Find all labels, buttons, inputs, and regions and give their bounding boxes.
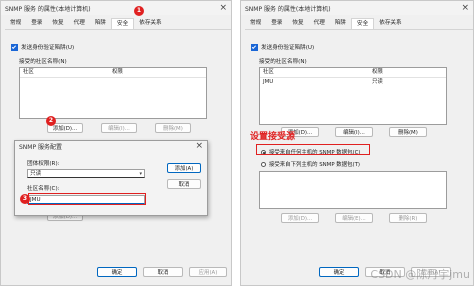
cancel-button[interactable]: 取消: [143, 267, 183, 277]
tab-general[interactable]: 常规: [5, 18, 26, 29]
community-name-label: 社区名称(C):: [27, 186, 60, 192]
community-list-header: 社区 权限: [20, 68, 206, 78]
host-list[interactable]: [259, 171, 447, 209]
community-list[interactable]: 社区 权限: [19, 67, 207, 119]
accept-these-hosts-radio[interactable]: [261, 161, 266, 167]
watermark: CSDN @陈丹宇jmu: [370, 268, 470, 281]
set-accept-source-annotation: 设置接受源: [250, 132, 296, 142]
send-auth-trap-checkbox[interactable]: [11, 43, 18, 51]
edit-community-button[interactable]: 编辑(I)...: [101, 123, 137, 133]
table-row[interactable]: JMU 只读: [260, 78, 446, 87]
rights-label: 团体权限(R):: [27, 161, 60, 167]
right-tab-dependencies[interactable]: 依存关系: [374, 18, 406, 29]
left-titlebar: SNMP 服务 的属性(本地计算机) ×: [1, 1, 231, 15]
right-delete-community-button[interactable]: 删除(M): [389, 127, 427, 137]
right-properties-window: SNMP 服务 的属性(本地计算机) × 常规 登录 恢复 代理 陷阱 安全 依…: [240, 0, 474, 286]
community-name-highlight: [28, 193, 146, 205]
accept-these-hosts-label: 接受来自下列主机的 SNMP 数据包(T): [269, 162, 360, 168]
right-ok-button[interactable]: 确定: [319, 267, 359, 277]
dialog-cancel-button[interactable]: 取消: [167, 179, 201, 189]
ok-button[interactable]: 确定: [97, 267, 137, 277]
right-send-auth-trap-label: 发送身份验证陷阱(U): [261, 45, 315, 51]
chevron-down-icon: ▾: [139, 171, 142, 177]
right-tab-logon[interactable]: 登录: [266, 18, 287, 29]
tab-recovery[interactable]: 恢复: [47, 18, 68, 29]
right-tab-agent[interactable]: 代理: [309, 18, 330, 29]
rights-select[interactable]: 只读 ▾: [27, 169, 145, 178]
step-marker-2: 2: [46, 116, 56, 126]
left-tab-strip: 常规 登录 恢复 代理 陷阱 安全 依存关系: [5, 18, 231, 30]
rights-select-value: 只读: [30, 171, 42, 177]
row-rights: 只读: [372, 79, 383, 85]
tab-logon[interactable]: 登录: [26, 18, 47, 29]
accepted-communities-label: 接受的社区名称(N): [19, 59, 67, 65]
right-community-list-header: 社区 权限: [260, 68, 446, 78]
right-edit-host-button[interactable]: 编辑(E)...: [335, 213, 373, 223]
step-marker-1: 1: [134, 6, 144, 16]
dialog-add-button[interactable]: 添加(A): [167, 163, 201, 173]
tab-dependencies[interactable]: 依存关系: [134, 18, 166, 29]
delete-community-button[interactable]: 删除(M): [155, 123, 191, 133]
right-edit-community-button[interactable]: 编辑(I)...: [335, 127, 373, 137]
dialog-title: SNMP 服务配置: [19, 144, 62, 151]
right-delete-host-button[interactable]: 删除(R): [389, 213, 427, 223]
column-rights[interactable]: 权限: [109, 68, 123, 77]
right-tab-security[interactable]: 安全: [351, 18, 375, 29]
right-community-list[interactable]: 社区 权限 JMU 只读: [259, 67, 447, 125]
right-column-rights[interactable]: 权限: [369, 68, 383, 77]
right-column-community[interactable]: 社区: [260, 68, 369, 77]
right-add-host-button[interactable]: 添加(D)...: [281, 213, 319, 223]
tab-agent[interactable]: 代理: [69, 18, 90, 29]
send-auth-trap-label: 发送身份验证陷阱(U): [21, 45, 75, 51]
right-send-auth-trap-row[interactable]: 发送身份验证陷阱(U): [251, 43, 314, 51]
right-titlebar: SNMP 服务 的属性(本地计算机) ×: [241, 1, 473, 15]
accept-these-hosts-row[interactable]: 接受来自下列主机的 SNMP 数据包(T): [261, 160, 360, 168]
right-tab-recovery[interactable]: 恢复: [287, 18, 308, 29]
right-tab-general[interactable]: 常规: [245, 18, 266, 29]
right-window-title: SNMP 服务 的属性(本地计算机): [245, 5, 331, 13]
left-window-title: SNMP 服务 的属性(本地计算机): [5, 5, 91, 13]
tab-security[interactable]: 安全: [111, 18, 135, 29]
dialog-close-icon[interactable]: ×: [195, 142, 203, 151]
apply-button[interactable]: 应用(A): [189, 267, 227, 277]
column-community[interactable]: 社区: [20, 68, 109, 77]
row-community: JMU: [263, 79, 274, 85]
right-tab-strip: 常规 登录 恢复 代理 陷阱 安全 依存关系: [245, 18, 473, 30]
send-auth-trap-row[interactable]: 发送身份验证陷阱(U): [11, 43, 74, 51]
accept-any-host-highlight: [256, 144, 370, 155]
tab-traps[interactable]: 陷阱: [90, 18, 111, 29]
right-send-auth-trap-checkbox[interactable]: [251, 43, 258, 51]
dialog-titlebar: SNMP 服务配置 ×: [15, 141, 207, 152]
right-accepted-communities-label: 接受的社区名称(N): [259, 59, 307, 65]
right-close-icon[interactable]: ×: [461, 3, 469, 13]
close-icon[interactable]: ×: [219, 3, 227, 13]
right-tab-traps[interactable]: 陷阱: [330, 18, 351, 29]
